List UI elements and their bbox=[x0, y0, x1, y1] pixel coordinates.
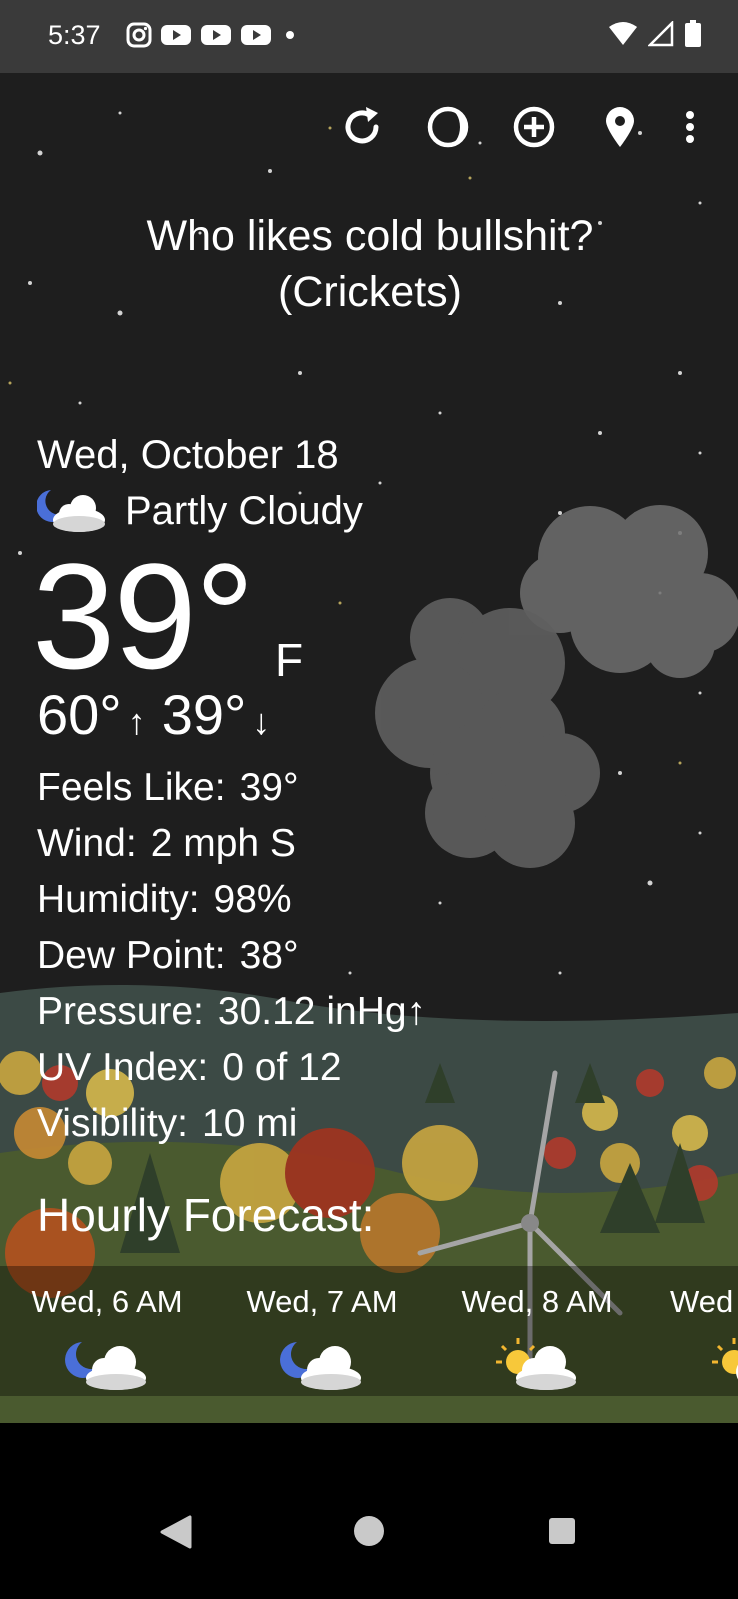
current-date: Wed, October 18 bbox=[37, 433, 339, 477]
home-icon bbox=[354, 1516, 384, 1546]
detail-value: 98% bbox=[213, 878, 292, 921]
partly-cloudy-night-icon bbox=[280, 1342, 361, 1390]
recents-button[interactable] bbox=[548, 1517, 576, 1550]
youtube-icon bbox=[201, 25, 231, 45]
detail-label: Visibility: bbox=[37, 1102, 188, 1145]
hourly-forecast-strip[interactable]: Wed, 6 AM Wed, 7 AM Wed, 8 AM Wed bbox=[0, 1266, 738, 1396]
youtube-icon bbox=[241, 25, 271, 45]
partly-sunny-icon bbox=[496, 1338, 576, 1390]
youtube-icon bbox=[161, 25, 191, 45]
quote-line-2: (Crickets) bbox=[278, 268, 462, 316]
low-arrow-icon: ↓ bbox=[252, 701, 271, 742]
detail-wind: Wind: 2 mph S bbox=[37, 816, 426, 872]
detail-value: 2 mph S bbox=[150, 822, 296, 865]
weather-quote: Who likes cold bullshit? (Crickets) bbox=[40, 208, 700, 320]
hourly-item[interactable]: Wed, 8 AM bbox=[432, 1284, 642, 1395]
detail-label: Feels Like: bbox=[37, 766, 226, 809]
high-low-temperatures: 60° ↑ 39° ↓ bbox=[37, 685, 270, 752]
hourly-item[interactable]: Wed, 7 AM bbox=[217, 1284, 427, 1395]
detail-label: Wind: bbox=[37, 822, 137, 865]
detail-label: Dew Point: bbox=[37, 934, 226, 977]
hourly-item[interactable]: Wed bbox=[650, 1284, 738, 1395]
detail-value: 0 of 12 bbox=[222, 1046, 342, 1089]
notification-icons bbox=[126, 22, 300, 48]
cellular-signal-icon bbox=[648, 21, 674, 47]
detail-feels-like: Feels Like: 39° bbox=[37, 760, 426, 816]
detail-pressure: Pressure: 30.12 inHg↑ bbox=[37, 984, 426, 1040]
hourly-forecast-title: Hourly Forecast: bbox=[37, 1189, 375, 1241]
low-temperature: 39° bbox=[161, 683, 247, 746]
condition-text: Partly Cloudy bbox=[125, 488, 363, 533]
back-button[interactable] bbox=[160, 1515, 192, 1554]
add-location-icon bbox=[513, 106, 555, 148]
partly-cloudy-night-icon bbox=[65, 1342, 146, 1390]
high-temperature: 60° bbox=[37, 683, 122, 746]
detail-visibility: Visibility: 10 mi bbox=[37, 1096, 426, 1152]
status-time: 5:37 bbox=[48, 20, 101, 50]
refresh-icon bbox=[345, 107, 379, 144]
more-options-icon bbox=[686, 111, 694, 143]
current-condition: Partly Cloudy bbox=[37, 488, 363, 534]
moon-phase-icon bbox=[427, 106, 469, 148]
refresh-button[interactable] bbox=[334, 99, 390, 155]
hourly-item-label: Wed bbox=[670, 1284, 734, 1319]
temperature-unit: F bbox=[275, 634, 304, 686]
detail-value: 30.12 inHg↑ bbox=[217, 990, 427, 1033]
system-icons bbox=[608, 20, 702, 48]
partly-sunny-icon bbox=[712, 1338, 738, 1380]
detail-humidity: Humidity: 98% bbox=[37, 872, 426, 928]
dot-icon bbox=[286, 31, 294, 39]
instagram-icon bbox=[126, 22, 152, 48]
detail-label: UV Index: bbox=[37, 1046, 209, 1089]
battery-icon bbox=[685, 20, 701, 47]
detail-value: 38° bbox=[239, 934, 299, 977]
detail-label: Humidity: bbox=[37, 878, 200, 921]
wifi-icon bbox=[609, 22, 637, 45]
partly-cloudy-night-icon bbox=[37, 490, 105, 532]
navigation-bar bbox=[0, 1423, 738, 1599]
hourly-item-label: Wed, 7 AM bbox=[246, 1284, 398, 1319]
home-button[interactable] bbox=[353, 1515, 385, 1552]
detail-label: Pressure: bbox=[37, 990, 204, 1033]
hourly-item[interactable]: Wed, 6 AM bbox=[2, 1284, 212, 1395]
detail-value: 10 mi bbox=[202, 1102, 298, 1145]
add-location-button[interactable] bbox=[506, 99, 562, 155]
quote-line-1: Who likes cold bullshit? bbox=[146, 212, 594, 260]
location-pin-icon bbox=[606, 107, 634, 147]
hourly-item-label: Wed, 6 AM bbox=[31, 1284, 183, 1319]
more-options-button[interactable] bbox=[670, 99, 710, 155]
back-icon bbox=[160, 1515, 192, 1549]
moon-phase-button[interactable] bbox=[420, 99, 476, 155]
location-button[interactable] bbox=[592, 99, 648, 155]
recents-icon bbox=[549, 1518, 575, 1544]
weather-scene: Who likes cold bullshit? (Crickets) Wed,… bbox=[0, 73, 738, 1423]
detail-dew-point: Dew Point: 38° bbox=[37, 928, 426, 984]
high-arrow-icon: ↑ bbox=[127, 701, 146, 742]
detail-value: 39° bbox=[239, 766, 299, 809]
status-bar: 5:37 bbox=[0, 0, 738, 73]
hourly-item-label: Wed, 8 AM bbox=[461, 1284, 613, 1319]
detail-uv-index: UV Index: 0 of 12 bbox=[37, 1040, 426, 1096]
toolbar bbox=[0, 99, 738, 169]
current-temperature: 39° bbox=[32, 532, 255, 700]
weather-details: Feels Like: 39° Wind: 2 mph S Humidity: 98%… bbox=[37, 760, 426, 1152]
